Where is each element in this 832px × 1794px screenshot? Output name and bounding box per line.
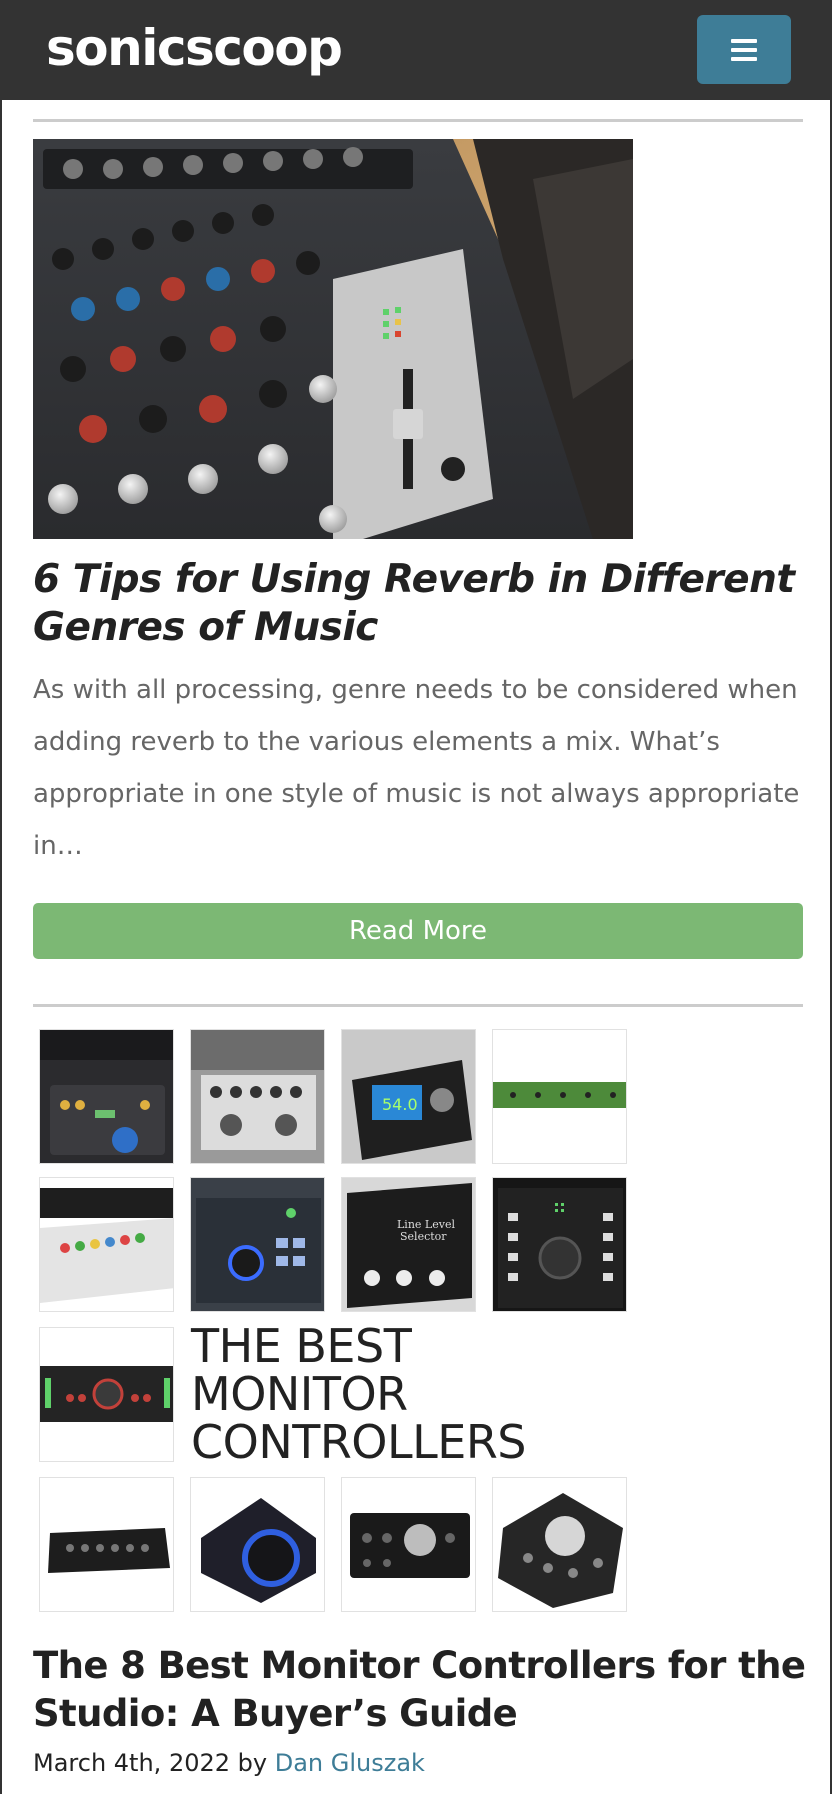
post-excerpt: As with all processing, genre needs to b…: [33, 675, 800, 861]
product-thumbnail: [190, 1177, 325, 1312]
product-thumbnail: [39, 1327, 174, 1462]
collage-heading: THE BEST MONITOR CONTROLLERS: [191, 1319, 527, 1469]
hamburger-menu-icon: [731, 38, 757, 61]
post-date: March 4th, 2022: [33, 1749, 231, 1777]
product-thumbnail: Line Level Selector: [341, 1177, 476, 1312]
site-header: sonicscoop: [2, 0, 830, 100]
product-thumbnail: [190, 1477, 325, 1612]
post-meta: March 4th, 2022 by Dan Gluszak: [33, 1746, 425, 1780]
post-by: by: [237, 1749, 268, 1777]
audio-mixer-photo: [33, 139, 633, 539]
product-thumbnail: [492, 1177, 627, 1312]
product-thumbnail: [492, 1477, 627, 1612]
product-thumbnail: [341, 1477, 476, 1612]
product-thumbnail: [492, 1029, 627, 1164]
read-more-button[interactable]: Read More: [33, 903, 803, 959]
post-image-mixer[interactable]: [33, 139, 633, 539]
post-image-monitor-controllers[interactable]: 54.0 Line Level Selector THE BEST MONITO…: [33, 1020, 633, 1620]
svg-text:54.0: 54.0: [382, 1095, 418, 1114]
product-thumbnail: [39, 1029, 174, 1164]
site-logo[interactable]: sonicscoop: [46, 18, 343, 78]
post-title[interactable]: The 8 Best Monitor Controllers for the S…: [33, 1642, 813, 1738]
page: sonicscoop 6 Tips for Using Reverb in Di…: [0, 0, 832, 1794]
product-thumbnail: [190, 1029, 325, 1164]
author-link[interactable]: Dan Gluszak: [275, 1749, 425, 1777]
menu-button[interactable]: [697, 15, 791, 84]
post-title[interactable]: 6 Tips for Using Reverb in Different Gen…: [33, 556, 803, 652]
product-thumbnail: 54.0: [341, 1029, 476, 1164]
separator: [33, 1004, 803, 1007]
separator: [33, 119, 803, 122]
product-thumbnail: [39, 1177, 174, 1312]
svg-text:Selector: Selector: [400, 1230, 447, 1243]
product-thumbnail: [39, 1477, 174, 1612]
